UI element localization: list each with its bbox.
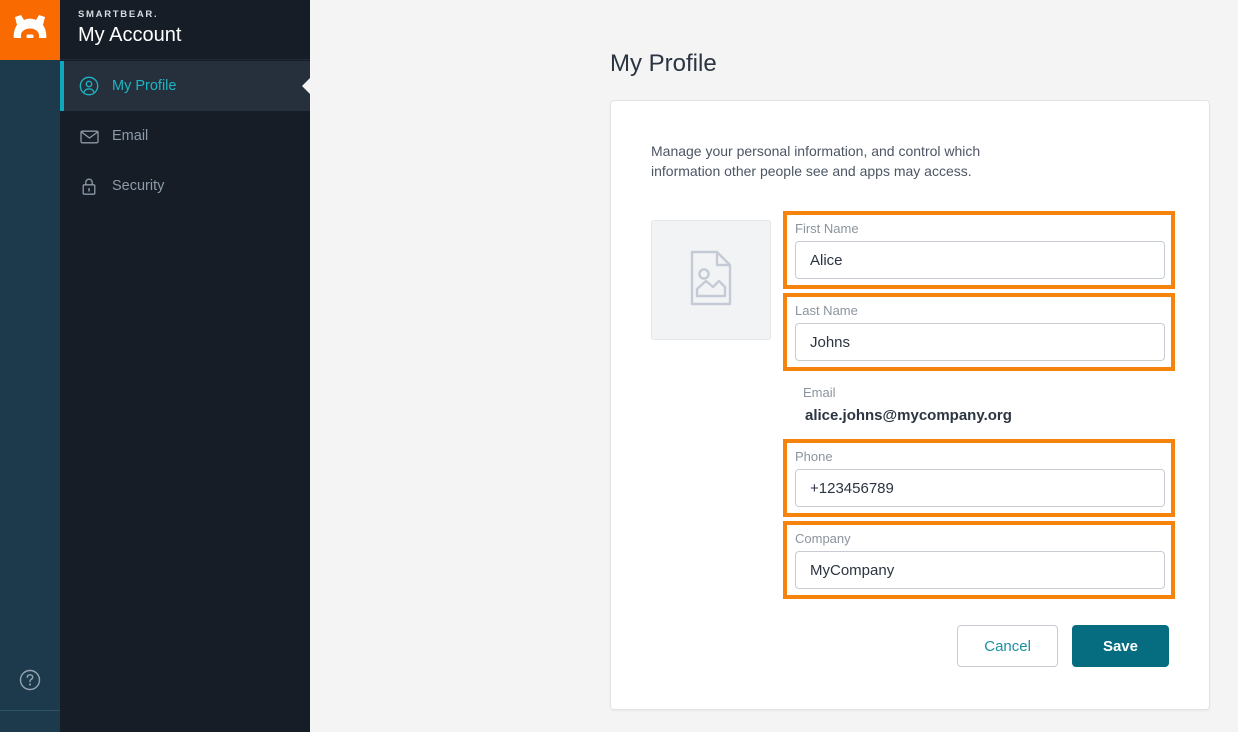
help-circle-icon — [18, 679, 42, 696]
envelope-icon — [78, 125, 100, 147]
field-first-name: First Name — [783, 211, 1175, 289]
field-email: Email alice.johns@mycompany.org — [803, 375, 1173, 427]
field-company: Company — [783, 521, 1175, 599]
smartbear-logo-tile[interactable] — [0, 0, 60, 60]
brand-name: SMARTBEAR. — [78, 9, 310, 21]
sidebar-nav: My Profile Email — [60, 61, 310, 211]
sidebar-item-label: Security — [112, 178, 164, 194]
image-file-placeholder-icon — [688, 250, 734, 311]
lock-icon — [78, 175, 100, 197]
save-button[interactable]: Save — [1072, 625, 1169, 667]
page-title: My Profile — [610, 50, 717, 78]
sidebar-item-my-profile[interactable]: My Profile — [60, 61, 310, 111]
profile-description: Manage your personal information, and co… — [651, 141, 1031, 181]
sidebar-item-label: My Profile — [112, 78, 176, 94]
field-last-name: Last Name — [783, 293, 1175, 371]
profile-card: Manage your personal information, and co… — [610, 100, 1210, 710]
sidebar: SMARTBEAR. My Account My Profile — [60, 0, 310, 732]
email-value: alice.johns@mycompany.org — [803, 405, 1173, 427]
field-phone: Phone — [783, 439, 1175, 517]
profile-fields: First Name Last Name Email alice.johns@m… — [793, 211, 1173, 603]
cancel-button[interactable]: Cancel — [957, 625, 1058, 667]
sidebar-item-label: Email — [112, 128, 148, 144]
phone-input[interactable] — [795, 469, 1165, 507]
field-label: Company — [795, 530, 1163, 548]
left-rail — [0, 0, 60, 732]
rail-divider — [0, 710, 60, 711]
user-circle-icon — [78, 75, 100, 97]
field-label: Email — [803, 384, 1173, 402]
avatar-upload[interactable] — [651, 220, 771, 340]
field-label: Phone — [795, 448, 1163, 466]
main-content: My Profile Manage your personal informat… — [310, 0, 1238, 732]
last-name-input[interactable] — [795, 323, 1165, 361]
help-button[interactable] — [18, 668, 42, 692]
sidebar-item-security[interactable]: Security — [60, 161, 310, 211]
app-window: SMARTBEAR. My Account My Profile — [0, 0, 1238, 732]
sidebar-item-email[interactable]: Email — [60, 111, 310, 161]
first-name-input[interactable] — [795, 241, 1165, 279]
card-actions: Cancel Save — [957, 625, 1169, 667]
field-label: First Name — [795, 220, 1163, 238]
smartbear-bear-logo-icon — [12, 14, 48, 47]
field-label: Last Name — [795, 302, 1163, 320]
sidebar-header: SMARTBEAR. My Account — [60, 0, 310, 60]
company-input[interactable] — [795, 551, 1165, 589]
app-title: My Account — [78, 22, 310, 48]
